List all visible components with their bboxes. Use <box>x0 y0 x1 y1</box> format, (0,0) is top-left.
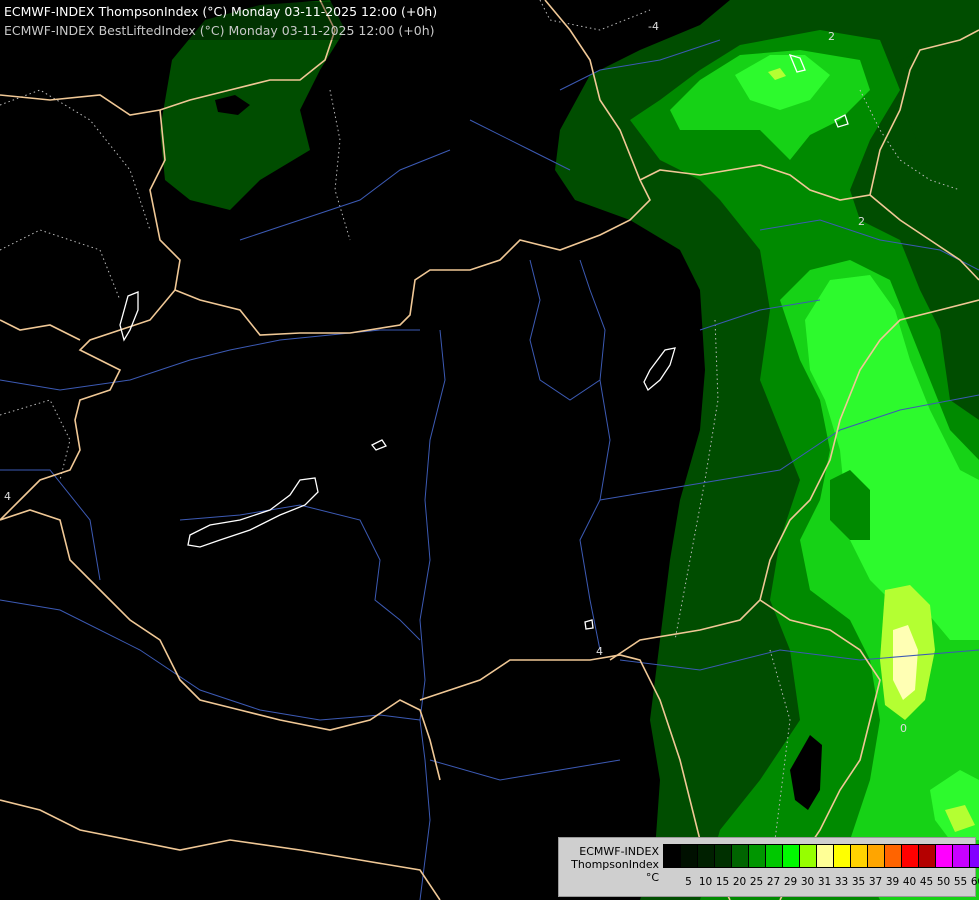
legend-swatch <box>970 845 979 867</box>
legend-swatch <box>715 845 732 867</box>
legend-tick-label: 29 <box>783 876 798 888</box>
legend-tick-label: 50 <box>936 876 951 888</box>
legend-tick-label: 35 <box>851 876 866 888</box>
legend-swatch <box>732 845 749 867</box>
legend-swatches <box>663 844 979 868</box>
legend-swatch <box>868 845 885 867</box>
header-title-thompson: ECMWF-INDEX ThompsonIndex (°C) Monday 03… <box>4 4 438 19</box>
contour-label: 2 <box>828 30 835 43</box>
legend-tick-label: 33 <box>834 876 849 888</box>
weather-map: 2 2 -4 4 4 0 <box>0 0 979 900</box>
legend-swatch <box>749 845 766 867</box>
legend-swatch <box>664 845 681 867</box>
legend-swatch <box>936 845 953 867</box>
contour-label: 4 <box>596 645 603 658</box>
legend-tick-label: 40 <box>902 876 917 888</box>
legend-tick-label: 31 <box>817 876 832 888</box>
legend-swatch <box>902 845 919 867</box>
legend-tick-label: 15 <box>715 876 730 888</box>
legend-swatch <box>919 845 936 867</box>
legend-title: ECMWF-INDEX ThompsonIndex °C <box>563 845 659 884</box>
contour-label: 2 <box>858 215 865 228</box>
legend-tick-label: 5 <box>685 876 692 888</box>
legend-swatch <box>834 845 851 867</box>
legend-swatch <box>817 845 834 867</box>
legend-tick-label: 37 <box>868 876 883 888</box>
legend-swatch <box>698 845 715 867</box>
contour-label: -4 <box>648 20 659 33</box>
legend-swatch <box>800 845 817 867</box>
header-title-lifted: ECMWF-INDEX BestLiftedIndex (°C) Monday … <box>4 23 435 38</box>
legend-swatch <box>953 845 970 867</box>
legend-swatch <box>783 845 800 867</box>
legend-swatch <box>885 845 902 867</box>
color-legend: ECMWF-INDEX ThompsonIndex °C 5 10 15 20 25 27… <box>558 837 979 897</box>
legend-tick-label: 39 <box>885 876 900 888</box>
legend-title-source: ECMWF-INDEX <box>579 845 659 858</box>
legend-title-variable: ThompsonIndex <box>571 858 659 871</box>
contour-label: 0 <box>900 722 907 735</box>
legend-swatch <box>766 845 783 867</box>
legend-swatch <box>851 845 868 867</box>
contour-label: 4 <box>4 490 11 503</box>
legend-tick-label: 27 <box>766 876 781 888</box>
legend-title-unit: °C <box>645 871 659 884</box>
legend-tick-label: 20 <box>732 876 747 888</box>
legend-tick-label: 25 <box>749 876 764 888</box>
legend-tick-label: 55 <box>953 876 968 888</box>
map-header: ECMWF-INDEX ThompsonIndex (°C) Monday 03… <box>0 2 438 40</box>
legend-swatch <box>681 845 698 867</box>
legend-tick-label: 30 <box>800 876 815 888</box>
legend-tick-label: 45 <box>919 876 934 888</box>
legend-tick-label: 60 <box>970 876 979 888</box>
legend-tick-label: 10 <box>698 876 713 888</box>
